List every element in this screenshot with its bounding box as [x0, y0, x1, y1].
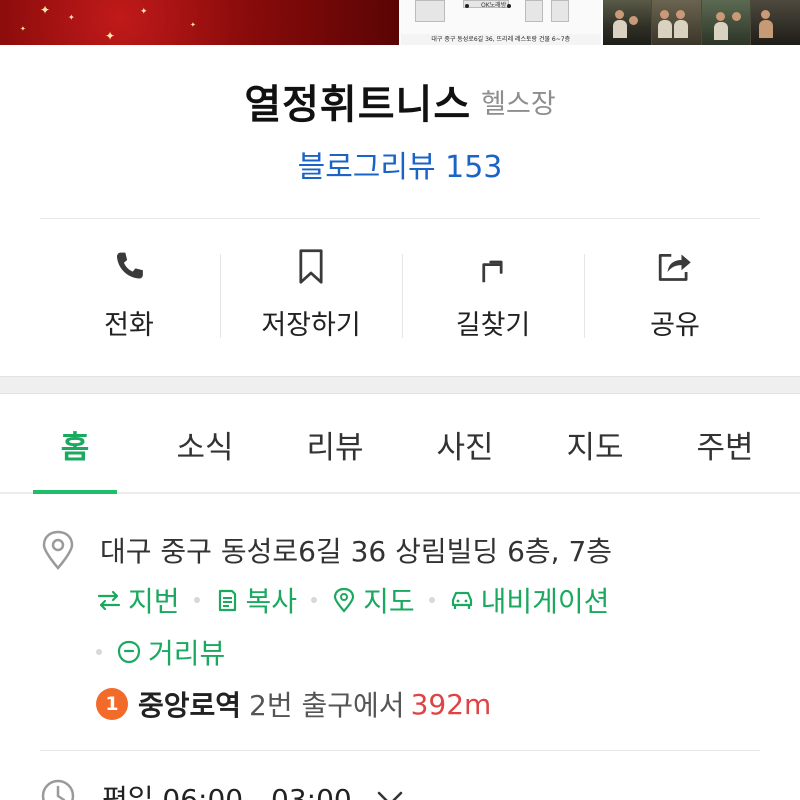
- car-icon: [451, 591, 472, 609]
- hours-section[interactable]: 평일 06:00 - 03:00: [40, 776, 760, 800]
- place-name: 열정휘트니스: [244, 82, 472, 128]
- street-view-link[interactable]: 거리뷰: [116, 632, 225, 672]
- swap-icon: [97, 590, 121, 611]
- sparkle-decoration: ✦: [68, 13, 75, 22]
- sparkle-decoration: ✦: [20, 25, 26, 33]
- hours-text: 평일 06:00 - 03:00: [102, 783, 352, 800]
- map-marker: [507, 4, 511, 8]
- separator-dot: [311, 597, 318, 603]
- photo-people: [602, 0, 653, 45]
- tab-reviews[interactable]: 리뷰: [270, 394, 400, 492]
- map-building: [551, 0, 569, 22]
- section-separator: [0, 376, 800, 394]
- directions-icon: [482, 260, 503, 283]
- location-pin-icon: [42, 530, 74, 570]
- lot-number-label: 지번: [128, 585, 180, 618]
- bookmark-icon: [299, 249, 323, 284]
- address-links-row-2: 거리뷰: [96, 632, 225, 672]
- subway-info: 1 중앙로역 2번 출구에서 392m: [96, 684, 491, 724]
- lot-number-link[interactable]: 지번: [96, 580, 180, 620]
- street-view-icon: [117, 640, 141, 664]
- tab-news[interactable]: 소식: [140, 394, 270, 492]
- chevron-down-icon[interactable]: [375, 788, 405, 800]
- copy-label: 복사: [245, 585, 298, 618]
- clock-icon: [41, 779, 75, 800]
- separator-dot: [96, 649, 102, 655]
- sparkle-decoration: ✦: [190, 21, 196, 29]
- photo-thumbnail-map[interactable]: OK노래방 대구 중구 동성로6길 36, 뜨리레 레스토랑 건물 6~7층: [401, 0, 601, 45]
- street-view-label: 거리뷰: [148, 637, 226, 670]
- map-building: [525, 0, 543, 22]
- action-bar: 전화 저장하기 길찾기 공유: [38, 242, 766, 342]
- call-button[interactable]: 전화: [38, 242, 220, 342]
- place-category: 헬스장: [481, 88, 556, 120]
- photo-people: [701, 0, 752, 45]
- share-icon: [658, 254, 691, 281]
- map-label: 지도: [363, 585, 415, 618]
- sparkle-decoration: ✦: [140, 7, 148, 17]
- call-label: 전화: [104, 310, 154, 341]
- map-caption: 대구 중구 동성로6길 36, 뜨리레 레스토랑 건물 6~7층: [431, 36, 571, 43]
- separator-dot: [428, 597, 435, 603]
- copy-icon: [218, 589, 236, 612]
- copy-address-link[interactable]: 복사: [214, 580, 298, 620]
- photo-thumbnail-members[interactable]: [602, 0, 800, 45]
- station-name: 중앙로역: [138, 689, 242, 722]
- tab-bar: 홈 소식 리뷰 사진 지도 주변: [0, 394, 800, 494]
- address-text: 대구 중구 동성로6길 36 상림빌딩 6층, 7층: [100, 535, 613, 568]
- address-links-row-1: 지번 복사 지도 내비게이션: [96, 580, 609, 620]
- navigation-label: 내비게이션: [480, 585, 610, 618]
- phone-icon: [116, 252, 143, 279]
- photo-people: [652, 0, 702, 45]
- map-pin-icon: [333, 587, 355, 613]
- sparkle-decoration: ✦: [105, 29, 116, 43]
- photo-people: [751, 0, 800, 45]
- tab-photos[interactable]: 사진: [400, 394, 530, 492]
- distance: 392m: [410, 687, 492, 721]
- photo-strip[interactable]: ✦ ✦ ✦ ✦ ✦ ✦ OK노래방 대구 중구 동성로6길 36, 뜨리레 레스…: [0, 0, 800, 45]
- map-label: OK노래방: [481, 2, 507, 9]
- map-link[interactable]: 지도: [331, 580, 415, 620]
- tab-map[interactable]: 지도: [530, 394, 660, 492]
- save-button[interactable]: 저장하기: [220, 242, 402, 342]
- blog-review-link[interactable]: 블로그리뷰 153: [0, 142, 800, 186]
- share-button[interactable]: 공유: [584, 242, 766, 342]
- navigation-link[interactable]: 내비게이션: [449, 580, 610, 620]
- exit-text: 2번 출구에서: [249, 689, 405, 722]
- divider: [40, 750, 760, 751]
- divider: [40, 218, 760, 219]
- tab-home[interactable]: 홈: [10, 394, 140, 494]
- map-marker: [465, 4, 469, 8]
- save-label: 저장하기: [261, 310, 361, 341]
- map-building: [415, 0, 445, 22]
- subway-line-badge: 1: [96, 688, 128, 720]
- photo-thumbnail-interior[interactable]: ✦ ✦ ✦ ✦ ✦ ✦: [0, 0, 399, 45]
- tab-nearby[interactable]: 주변: [660, 394, 790, 492]
- separator-dot: [193, 597, 200, 603]
- directions-label: 길찾기: [455, 310, 531, 341]
- place-header: 열정휘트니스 헬스장: [0, 72, 800, 130]
- share-label: 공유: [650, 310, 700, 341]
- directions-button[interactable]: 길찾기: [402, 242, 584, 342]
- sparkle-decoration: ✦: [40, 3, 51, 17]
